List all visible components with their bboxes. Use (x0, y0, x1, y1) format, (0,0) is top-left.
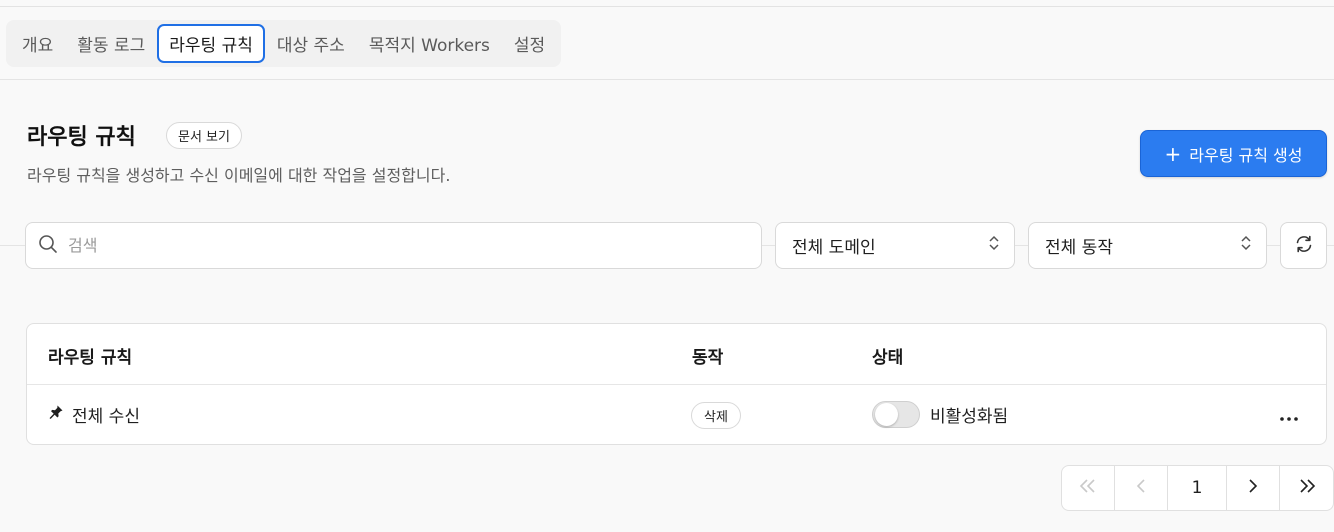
action-badge: 삭제 (691, 402, 741, 429)
rule-name-cell: 전체 수신 (48, 402, 140, 427)
page-subtitle: 라우팅 규칙을 생성하고 수신 이메일에 대한 작업을 설정합니다. (27, 166, 451, 185)
rule-enabled-toggle[interactable] (872, 401, 920, 428)
plus-icon: + (1164, 141, 1182, 166)
previous-page-button[interactable] (1115, 466, 1168, 510)
first-page-button[interactable] (1062, 466, 1115, 510)
action-select-value: 전체 동작 (1045, 238, 1113, 258)
rule-name: 전체 수신 (72, 407, 140, 427)
tab-bar-region: 개요 활동 로그 라우팅 규칙 대상 주소 목적지 Workers 설정 (0, 7, 1334, 80)
pagination: 1 (1061, 465, 1334, 511)
search-box[interactable] (25, 222, 762, 269)
tab-overview[interactable]: 개요 (10, 25, 65, 62)
more-options-button[interactable] (1277, 401, 1301, 428)
tab-destination-addresses[interactable]: 대상 주소 (265, 25, 357, 62)
refresh-icon (1294, 234, 1314, 258)
search-icon (38, 234, 58, 258)
next-page-button[interactable] (1227, 466, 1280, 510)
pin-icon (48, 404, 64, 425)
page-number[interactable]: 1 (1168, 466, 1227, 510)
chevron-left-icon (1136, 478, 1146, 498)
more-horizontal-icon (1279, 403, 1299, 427)
tab-routing-rules[interactable]: 라우팅 규칙 (157, 24, 265, 63)
routing-rules-table: 라우팅 규칙 동작 상태 전체 수신 삭제 비활성화됨 (26, 323, 1327, 445)
tab-settings[interactable]: 설정 (502, 25, 557, 62)
table-row: 전체 수신 삭제 비활성화됨 (27, 385, 1326, 444)
refresh-button[interactable] (1280, 222, 1327, 269)
table-header: 라우팅 규칙 동작 상태 (27, 324, 1326, 385)
domain-select-value: 전체 도메인 (792, 238, 876, 258)
status-label: 비활성화됨 (930, 407, 1009, 427)
domain-select[interactable]: 전체 도메인 (775, 222, 1015, 269)
chevrons-right-icon (1298, 478, 1316, 498)
create-routing-rule-label: 라우팅 규칙 생성 (1189, 145, 1303, 165)
status-cell: 비활성화됨 (872, 401, 1008, 428)
action-select[interactable]: 전체 동작 (1028, 222, 1267, 269)
toggle-knob (875, 403, 898, 426)
column-header-rule: 라우팅 규칙 (48, 348, 133, 368)
chevrons-left-icon (1079, 478, 1097, 498)
column-header-action: 동작 (692, 348, 724, 368)
search-input[interactable] (68, 236, 718, 255)
create-routing-rule-button[interactable]: + 라우팅 규칙 생성 (1140, 130, 1327, 177)
chevron-right-icon (1248, 478, 1258, 498)
tab-destination-workers[interactable]: 목적지 Workers (357, 25, 502, 62)
page-title: 라우팅 규칙 (27, 125, 136, 150)
chevron-up-down-icon (1240, 234, 1252, 257)
column-header-status: 상태 (872, 348, 904, 368)
last-page-button[interactable] (1280, 466, 1333, 510)
tab-activity-log[interactable]: 활동 로그 (65, 25, 157, 62)
tab-bar: 개요 활동 로그 라우팅 규칙 대상 주소 목적지 Workers 설정 (6, 20, 562, 67)
chevron-up-down-icon (988, 234, 1000, 257)
view-docs-button[interactable]: 문서 보기 (166, 122, 242, 149)
